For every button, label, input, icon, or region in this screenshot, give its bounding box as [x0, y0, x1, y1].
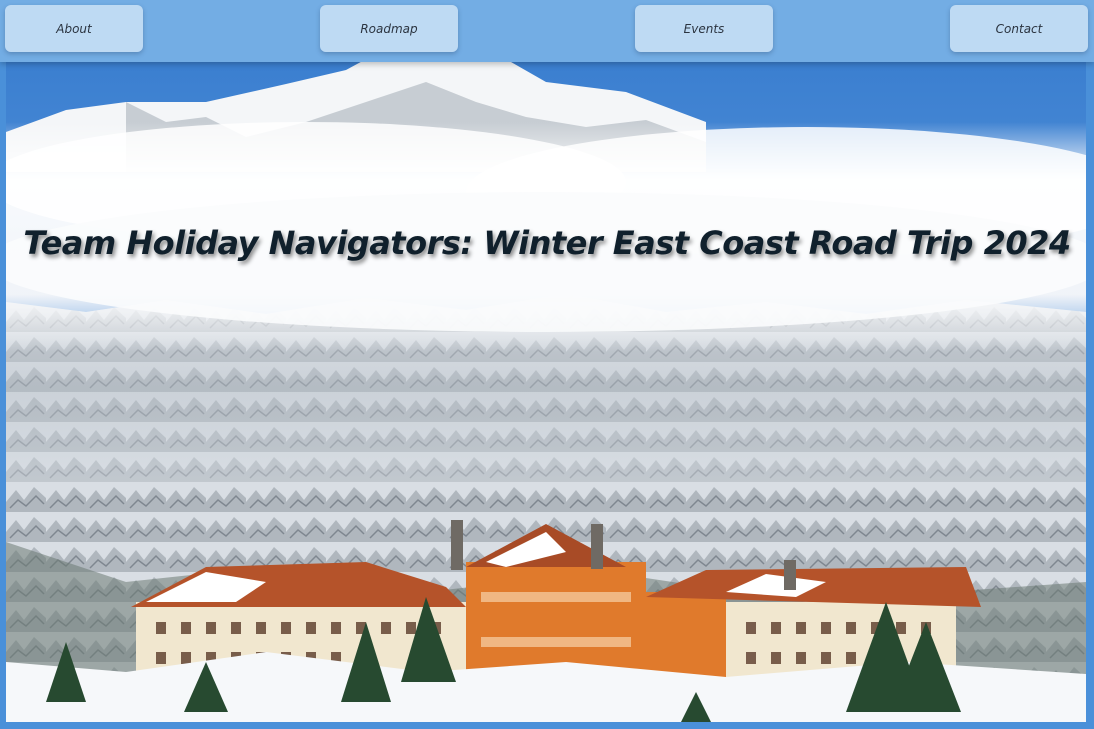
nav-button-about[interactable]: About	[5, 5, 143, 52]
winter-landscape-illustration	[6, 62, 1086, 722]
nav-button-contact[interactable]: Contact	[950, 5, 1088, 52]
hero-image	[6, 62, 1086, 722]
nav-button-events[interactable]: Events	[635, 5, 773, 52]
page-title: Team Holiday Navigators: Winter East Coa…	[23, 224, 1071, 263]
nav-button-roadmap[interactable]: Roadmap	[320, 5, 458, 52]
top-nav-bar: About Roadmap Events Contact	[0, 0, 1094, 62]
